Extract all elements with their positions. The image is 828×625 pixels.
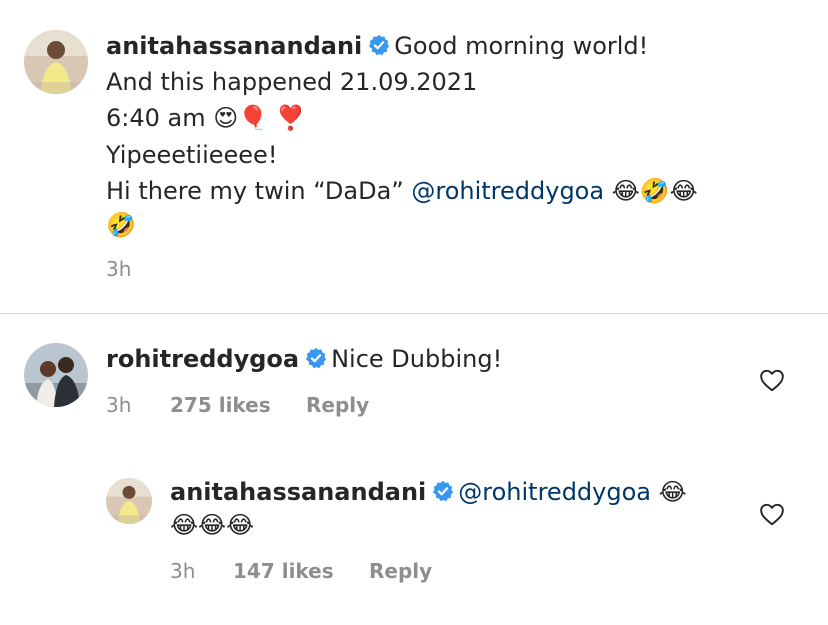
- comment-3-emoji-line: 😂😂😂: [170, 511, 255, 539]
- comment-2-first-line: rohitreddygoa Nice Dubbing!: [106, 341, 502, 377]
- verified-badge-icon: [432, 476, 454, 502]
- verified-badge-icon: [368, 30, 390, 56]
- avatar-anitahassanandani[interactable]: [24, 30, 88, 94]
- verified-badge-icon: [305, 343, 327, 369]
- comment-1-text-line-6: 🤣: [106, 211, 136, 239]
- comment-3-first-line: anitahassanandani @rohitreddygoa 😂: [170, 474, 687, 510]
- comment-3-emoji-run: 😂: [651, 478, 687, 506]
- comment-3-timestamp: 3h: [170, 559, 196, 583]
- comment-1-text-line-5-wrap: Hi there my twin “DaDa” @rohitreddygoa 😂…: [106, 173, 698, 209]
- comment-2-text: Nice Dubbing!: [331, 345, 503, 373]
- heart-outline-icon[interactable]: [759, 502, 785, 530]
- avatar-anitahassanandani-reply[interactable]: [106, 478, 152, 524]
- avatar-rohitreddygoa[interactable]: [24, 343, 88, 407]
- heart-outline-icon[interactable]: [759, 368, 785, 396]
- comment-1-text-line-4: Yipeeetiieeee!: [106, 141, 278, 169]
- comment-1-text-line-2: And this happened 21.09.2021: [106, 68, 478, 96]
- comment-1-text-line-5: Hi there my twin “DaDa”: [106, 177, 412, 205]
- comment-1-username[interactable]: anitahassanandani: [106, 32, 362, 60]
- comment-3-username[interactable]: anitahassanandani: [170, 478, 426, 506]
- mention-link[interactable]: @rohitreddygoa: [411, 177, 604, 205]
- comment-1-text-line-3: 6:40 am 😍🎈 ❣️: [106, 104, 306, 132]
- comment-2-username[interactable]: rohitreddygoa: [106, 345, 299, 373]
- comment-3-likes[interactable]: 147 likes: [233, 559, 334, 583]
- comment-3-reply-button[interactable]: Reply: [369, 559, 432, 583]
- divider: [0, 313, 828, 314]
- comment-1-emoji-run: 😂🤣😂: [604, 177, 698, 205]
- comment-2-likes[interactable]: 275 likes: [170, 393, 271, 417]
- comment-1-text-line-1: Good morning world!: [394, 32, 649, 60]
- comment-2-reply-button[interactable]: Reply: [306, 393, 369, 417]
- comment-1-timestamp: 3h: [106, 257, 132, 281]
- comment-2-timestamp: 3h: [106, 393, 132, 417]
- mention-link[interactable]: @rohitreddygoa: [458, 478, 651, 506]
- comment-1-first-line: anitahassanandani Good morning world!: [106, 28, 648, 64]
